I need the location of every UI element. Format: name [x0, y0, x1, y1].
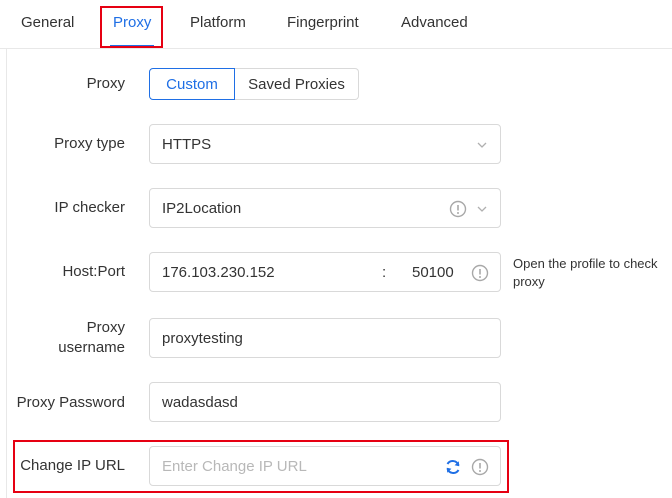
chevron-down-icon — [477, 206, 487, 212]
info-icon[interactable] — [471, 264, 489, 282]
tab-advanced[interactable]: Advanced — [401, 14, 468, 31]
password-value: wadasdasd — [162, 394, 238, 411]
change-ip-url-input[interactable]: Enter Change IP URL — [149, 446, 501, 486]
proxy-password-label: Proxy Password — [16, 394, 125, 411]
proxy-type-select[interactable]: HTTPS — [149, 124, 501, 164]
host-port-label: Host:Port — [62, 263, 125, 280]
info-icon[interactable] — [471, 458, 489, 476]
proxy-tab-highlight — [100, 6, 163, 48]
check-proxy-hint: Open the profile to check proxy — [513, 256, 658, 289]
tab-fingerprint[interactable]: Fingerprint — [287, 14, 359, 31]
ip-checker-value: IP2Location — [162, 200, 242, 217]
proxy-username-label-line1: Proxy — [86, 319, 125, 336]
password-input[interactable]: wadasdasd — [149, 382, 501, 422]
proxy-label: Proxy — [86, 75, 125, 92]
tab-platform[interactable]: Platform — [190, 14, 246, 31]
host-port-field[interactable]: 176.103.230.152 : 50100 — [149, 252, 501, 292]
proxy-type-label: Proxy type — [54, 135, 125, 152]
info-icon[interactable] — [449, 200, 467, 218]
custom-option[interactable]: Custom — [149, 68, 235, 100]
change-ip-url-placeholder: Enter Change IP URL — [162, 458, 307, 475]
refresh-icon[interactable] — [444, 458, 462, 476]
username-value: proxytesting — [162, 330, 243, 347]
proxy-type-value: HTTPS — [162, 136, 212, 153]
proxy-username-label: Proxy username — [35, 318, 125, 358]
left-divider — [6, 49, 7, 498]
port-input[interactable]: 50100 — [412, 264, 454, 281]
chevron-down-icon — [477, 142, 487, 148]
ip-checker-select[interactable]: IP2Location — [149, 188, 501, 228]
host-input[interactable]: 176.103.230.152 — [162, 264, 275, 281]
username-input[interactable]: proxytesting — [149, 318, 501, 358]
tab-general[interactable]: General — [21, 14, 74, 31]
ip-checker-label: IP checker — [54, 199, 125, 216]
change-ip-url-label: Change IP URL — [20, 457, 125, 474]
host-port-separator: : — [382, 264, 387, 281]
saved-proxies-option[interactable]: Saved Proxies — [235, 68, 359, 100]
proxy-username-label-line2: username — [58, 339, 125, 356]
